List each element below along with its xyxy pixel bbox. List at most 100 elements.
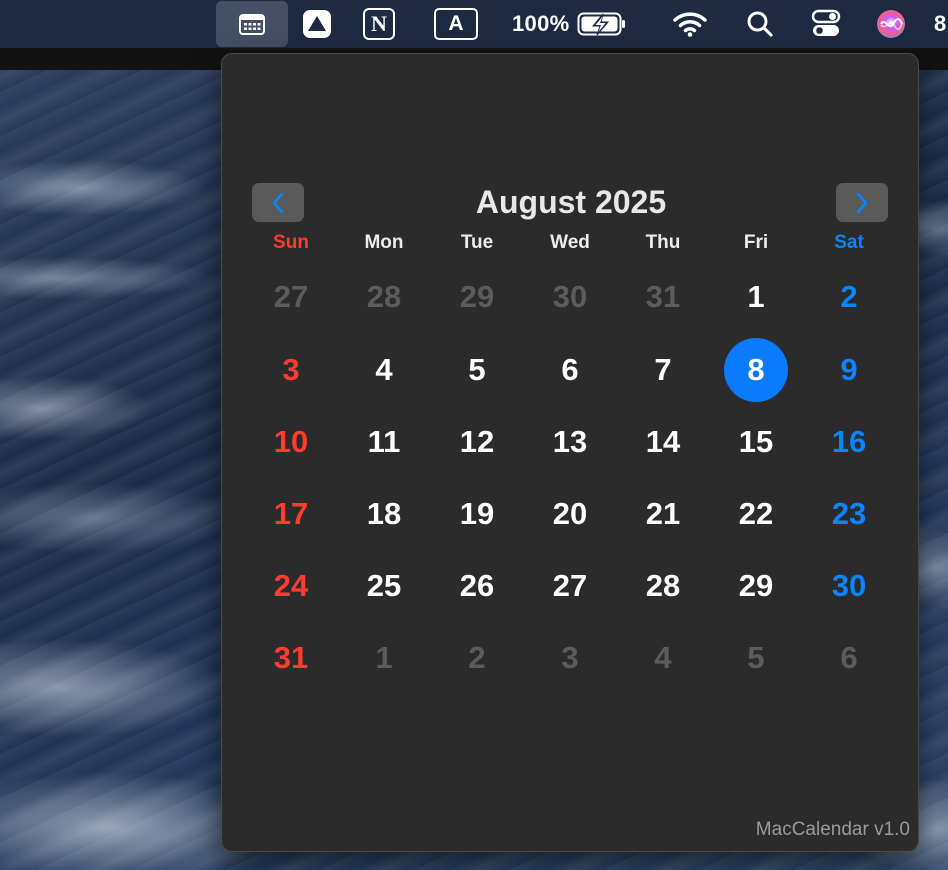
calendar-icon bbox=[239, 14, 265, 35]
day-cell[interactable]: 30 bbox=[809, 554, 889, 618]
day-number: 29 bbox=[459, 279, 495, 314]
day-number: 25 bbox=[366, 568, 402, 603]
day-number: 14 bbox=[645, 424, 681, 459]
day-number: 18 bbox=[366, 496, 402, 531]
day-cell[interactable]: 19 bbox=[437, 482, 517, 546]
day-cell[interactable]: 23 bbox=[809, 482, 889, 546]
day-cell[interactable]: 1 bbox=[716, 265, 796, 329]
day-cell-other-month[interactable]: 28 bbox=[344, 265, 424, 329]
day-cell[interactable]: 2 bbox=[809, 265, 889, 329]
day-cell[interactable]: 17 bbox=[251, 482, 331, 546]
day-cell-other-month[interactable]: 6 bbox=[809, 626, 889, 690]
day-cell[interactable]: 26 bbox=[437, 554, 517, 618]
day-number: 8 bbox=[747, 352, 765, 387]
day-number: 6 bbox=[840, 640, 858, 675]
day-cell[interactable]: 29 bbox=[716, 554, 796, 618]
day-cell-other-month[interactable]: 5 bbox=[716, 626, 796, 690]
day-cell[interactable]: 16 bbox=[809, 410, 889, 474]
day-cell[interactable]: 5 bbox=[437, 338, 517, 402]
day-cell-other-month[interactable]: 30 bbox=[530, 265, 610, 329]
day-number: 30 bbox=[831, 568, 867, 603]
day-number: 28 bbox=[645, 568, 681, 603]
wifi-icon bbox=[673, 12, 707, 37]
day-cell-other-month[interactable]: 29 bbox=[437, 265, 517, 329]
clock-text: 8 bbox=[934, 11, 947, 36]
day-cell-other-month[interactable]: 31 bbox=[623, 265, 703, 329]
day-cell[interactable]: 4 bbox=[344, 338, 424, 402]
day-cell[interactable]: 3 bbox=[251, 338, 331, 402]
day-number: 11 bbox=[367, 424, 401, 459]
day-cell-other-month[interactable]: 1 bbox=[344, 626, 424, 690]
day-number: 5 bbox=[747, 640, 765, 675]
day-number: 30 bbox=[552, 279, 588, 314]
weekday-sun: Sun bbox=[273, 232, 309, 253]
day-cell[interactable]: 14 bbox=[623, 410, 703, 474]
day-number: 19 bbox=[459, 496, 495, 531]
day-number: 4 bbox=[654, 640, 672, 675]
day-cell[interactable]: 6 bbox=[530, 338, 610, 402]
battery-charging-icon bbox=[577, 12, 626, 36]
day-cell[interactable]: 7 bbox=[623, 338, 703, 402]
day-cell[interactable]: 31 bbox=[251, 626, 331, 690]
day-number: 2 bbox=[468, 640, 486, 675]
day-cell[interactable]: 11 bbox=[344, 410, 424, 474]
notion-letter: N bbox=[371, 11, 387, 36]
day-number: 26 bbox=[459, 568, 495, 603]
day-cell[interactable]: 25 bbox=[344, 554, 424, 618]
day-number: 16 bbox=[831, 424, 867, 459]
notion-icon: N bbox=[363, 8, 395, 40]
day-cell[interactable]: 18 bbox=[344, 482, 424, 546]
day-cell-other-month[interactable]: 2 bbox=[437, 626, 517, 690]
day-number: 27 bbox=[273, 279, 309, 314]
day-number: 9 bbox=[840, 352, 858, 387]
input-source-menu-extra[interactable]: A bbox=[433, 0, 479, 48]
day-cell[interactable]: 28 bbox=[623, 554, 703, 618]
weekday-fri: Fri bbox=[743, 232, 769, 253]
day-number: 7 bbox=[654, 352, 672, 387]
calendar-menu-extra[interactable] bbox=[216, 1, 288, 47]
day-number: 31 bbox=[645, 279, 681, 314]
day-number: 22 bbox=[738, 496, 774, 531]
drive-menu-extra[interactable] bbox=[298, 0, 336, 48]
weekday-thu: Thu bbox=[645, 232, 681, 253]
menubar-clock-clipped[interactable]: 8 bbox=[934, 0, 948, 48]
weekday-tue: Tue bbox=[460, 232, 494, 253]
day-number: 1 bbox=[375, 640, 393, 675]
day-cell[interactable]: 13 bbox=[530, 410, 610, 474]
day-cell[interactable]: 15 bbox=[716, 410, 796, 474]
notion-menu-extra[interactable]: N bbox=[360, 0, 398, 48]
day-cell-other-month[interactable]: 27 bbox=[251, 265, 331, 329]
day-number: 29 bbox=[738, 568, 774, 603]
wifi-menu-extra[interactable] bbox=[670, 0, 710, 48]
day-cell[interactable]: 20 bbox=[530, 482, 610, 546]
input-source-icon: A bbox=[434, 8, 478, 40]
day-cell[interactable]: 12 bbox=[437, 410, 517, 474]
siri-icon bbox=[877, 10, 905, 38]
menu-bar: N A 100% 8 bbox=[0, 0, 948, 48]
siri-menu-extra[interactable] bbox=[873, 0, 909, 48]
input-source-letter: A bbox=[448, 12, 464, 35]
day-number: 20 bbox=[552, 496, 588, 531]
day-cell[interactable]: 27 bbox=[530, 554, 610, 618]
month-title: August 2025 bbox=[475, 184, 667, 220]
day-cell[interactable]: 9 bbox=[809, 338, 889, 402]
day-cell-today[interactable]: 8 bbox=[716, 338, 796, 402]
day-cell[interactable]: 22 bbox=[716, 482, 796, 546]
spotlight-search-icon bbox=[747, 11, 773, 37]
day-cell[interactable]: 21 bbox=[623, 482, 703, 546]
day-number: 3 bbox=[561, 640, 579, 675]
weekday-wed: Wed bbox=[550, 232, 590, 253]
day-number: 17 bbox=[273, 496, 309, 531]
next-month-button[interactable] bbox=[836, 183, 888, 222]
day-cell-other-month[interactable]: 3 bbox=[530, 626, 610, 690]
day-number: 23 bbox=[831, 496, 867, 531]
day-number: 6 bbox=[561, 352, 579, 387]
day-cell[interactable]: 24 bbox=[251, 554, 331, 618]
spotlight-menu-extra[interactable] bbox=[742, 0, 778, 48]
day-number: 27 bbox=[552, 568, 588, 603]
battery-menu-extra[interactable]: 100% bbox=[512, 0, 636, 48]
weekday-mon: Mon bbox=[364, 232, 404, 253]
control-center-menu-extra[interactable] bbox=[808, 0, 844, 48]
day-cell[interactable]: 10 bbox=[251, 410, 331, 474]
day-cell-other-month[interactable]: 4 bbox=[623, 626, 703, 690]
